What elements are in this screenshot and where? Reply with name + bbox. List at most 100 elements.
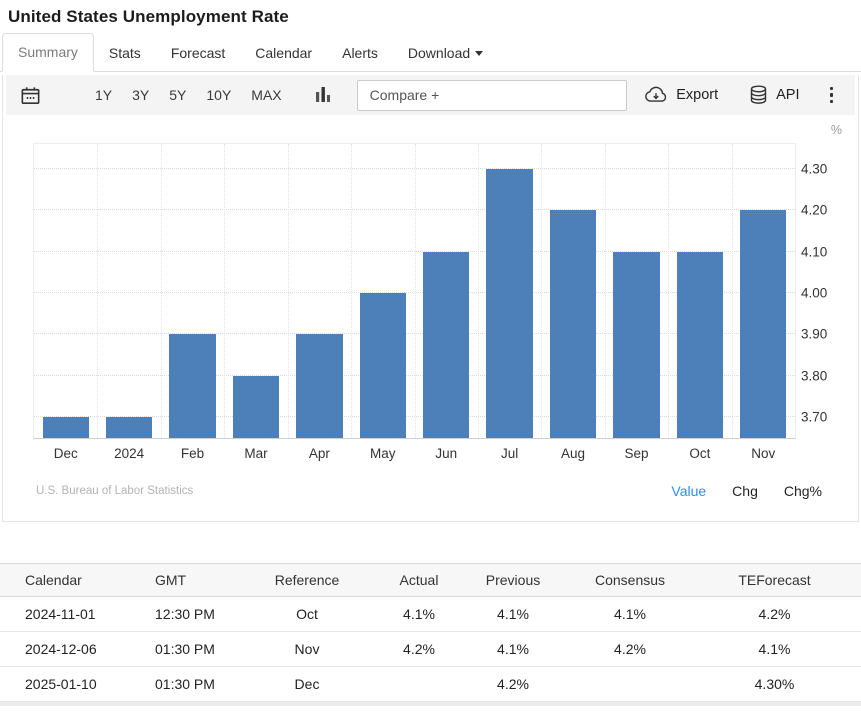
x-axis-label-oct: Oct	[689, 446, 710, 461]
cell-consensus: 4.1%	[572, 597, 688, 632]
tab-bar: Summary Stats Forecast Calendar Alerts D…	[0, 33, 861, 72]
chart-toolbar: 1Y 3Y 5Y 10Y MAX	[6, 75, 855, 115]
cell-gmt: 01:30 PM	[155, 632, 230, 667]
v-gridline	[224, 144, 225, 438]
column-header-previous: Previous	[454, 564, 572, 597]
x-axis-label-feb: Feb	[181, 446, 204, 461]
calendar-release-table: CalendarGMTReferenceActualPreviousConsen…	[0, 563, 861, 702]
toolbar-right-group: Export API	[643, 83, 855, 108]
compare-input[interactable]	[357, 80, 627, 111]
export-label: Export	[676, 87, 718, 103]
export-button[interactable]: Export	[643, 84, 718, 106]
cell-consensus: 4.2%	[572, 632, 688, 667]
v-gridline	[415, 144, 416, 438]
v-gridline	[478, 144, 479, 438]
plot-area: 3.703.803.904.004.104.204.30Dec2024FebMa…	[33, 143, 796, 439]
bar-sep[interactable]	[613, 252, 659, 438]
range-3y-button[interactable]: 3Y	[123, 81, 158, 109]
kebab-menu-icon[interactable]	[826, 83, 838, 108]
table-row: 2025-01-1001:30 PMDec4.2%4.30%	[0, 667, 861, 702]
v-gridline	[732, 144, 733, 438]
v-gridline	[351, 144, 352, 438]
y-axis-tick-label: 3.70	[801, 410, 851, 425]
bar-may[interactable]	[360, 293, 406, 438]
database-icon	[748, 84, 769, 107]
next-section-edge	[0, 702, 861, 706]
v-gridline	[541, 144, 542, 438]
chart-card: 1Y 3Y 5Y 10Y MAX	[2, 75, 859, 522]
chart-footer: U.S. Bureau of Labor Statistics Value Chg…	[3, 475, 858, 499]
cell-actual: 4.2%	[384, 632, 454, 667]
cell-reference: Nov	[230, 632, 384, 667]
range-5y-button[interactable]: 5Y	[160, 81, 195, 109]
tab-calendar[interactable]: Calendar	[240, 35, 327, 72]
bar-feb[interactable]	[169, 334, 215, 438]
cell-calendar: 2024-12-06	[0, 632, 155, 667]
tab-forecast[interactable]: Forecast	[156, 35, 240, 72]
range-1y-button[interactable]: 1Y	[86, 81, 121, 109]
cloud-export-icon	[643, 84, 669, 106]
y-axis-unit-label: %	[831, 123, 842, 137]
range-buttons: 1Y 3Y 5Y 10Y MAX	[86, 81, 291, 109]
api-label: API	[776, 87, 799, 103]
tab-download[interactable]: Download	[393, 35, 498, 72]
cell-teforecast: 4.1%	[688, 632, 861, 667]
cell-consensus	[572, 667, 688, 702]
range-10y-button[interactable]: 10Y	[197, 81, 240, 109]
v-gridline	[288, 144, 289, 438]
table-row: 2024-11-0112:30 PMOct4.1%4.1%4.1%4.2%	[0, 597, 861, 632]
chart-type-button[interactable]	[313, 84, 333, 106]
column-header-actual: Actual	[384, 564, 454, 597]
table-header-row: CalendarGMTReferenceActualPreviousConsen…	[0, 564, 861, 597]
bar-jul[interactable]	[486, 169, 532, 438]
tab-summary[interactable]: Summary	[2, 33, 94, 72]
cell-actual	[384, 667, 454, 702]
bar-apr[interactable]	[296, 334, 342, 438]
x-axis-label-apr: Apr	[309, 446, 330, 461]
x-axis-label-jul: Jul	[501, 446, 518, 461]
bar-oct[interactable]	[677, 252, 723, 438]
bar-nov[interactable]	[740, 210, 786, 438]
range-max-button[interactable]: MAX	[242, 81, 290, 109]
x-axis-label-mar: Mar	[244, 446, 267, 461]
y-axis-tick-label: 3.90	[801, 327, 851, 342]
cell-gmt: 01:30 PM	[155, 667, 230, 702]
cell-previous: 4.1%	[454, 632, 572, 667]
y-axis-tick-label: 4.30	[801, 161, 851, 176]
cell-teforecast: 4.2%	[688, 597, 861, 632]
y-axis-tick-label: 4.10	[801, 244, 851, 259]
bar-jun[interactable]	[423, 252, 469, 438]
cell-reference: Dec	[230, 667, 384, 702]
x-axis-label-sep: Sep	[624, 446, 648, 461]
mode-chgpct[interactable]: Chg%	[784, 483, 822, 499]
cell-teforecast: 4.30%	[688, 667, 861, 702]
bar-mar[interactable]	[233, 376, 279, 438]
x-axis-label-jun: Jun	[435, 446, 457, 461]
cell-actual: 4.1%	[384, 597, 454, 632]
mode-chg[interactable]: Chg	[732, 483, 758, 499]
unemployment-bar-chart: % 3.703.803.904.004.104.204.30Dec2024Feb…	[3, 121, 858, 475]
v-gridline	[97, 144, 98, 438]
bar-dec[interactable]	[43, 417, 89, 438]
api-button[interactable]: API	[748, 84, 799, 107]
x-axis-label-2024: 2024	[114, 446, 144, 461]
bar-aug[interactable]	[550, 210, 596, 438]
cell-previous: 4.1%	[454, 597, 572, 632]
column-header-reference: Reference	[230, 564, 384, 597]
column-header-gmt: GMT	[155, 564, 230, 597]
x-axis-label-may: May	[370, 446, 396, 461]
v-gridline	[605, 144, 606, 438]
source-attribution: U.S. Bureau of Labor Statistics	[36, 485, 193, 497]
cell-gmt: 12:30 PM	[155, 597, 230, 632]
column-header-calendar: Calendar	[0, 564, 155, 597]
date-range-calendar-button[interactable]	[19, 84, 42, 107]
tab-stats[interactable]: Stats	[94, 35, 156, 72]
tab-alerts[interactable]: Alerts	[327, 35, 393, 72]
mode-value[interactable]: Value	[671, 483, 706, 499]
cell-calendar: 2024-11-01	[0, 597, 155, 632]
y-axis-tick-label: 4.20	[801, 203, 851, 218]
x-axis-label-aug: Aug	[561, 446, 585, 461]
v-gridline	[161, 144, 162, 438]
x-axis-label-nov: Nov	[751, 446, 775, 461]
bar-2024[interactable]	[106, 417, 152, 438]
